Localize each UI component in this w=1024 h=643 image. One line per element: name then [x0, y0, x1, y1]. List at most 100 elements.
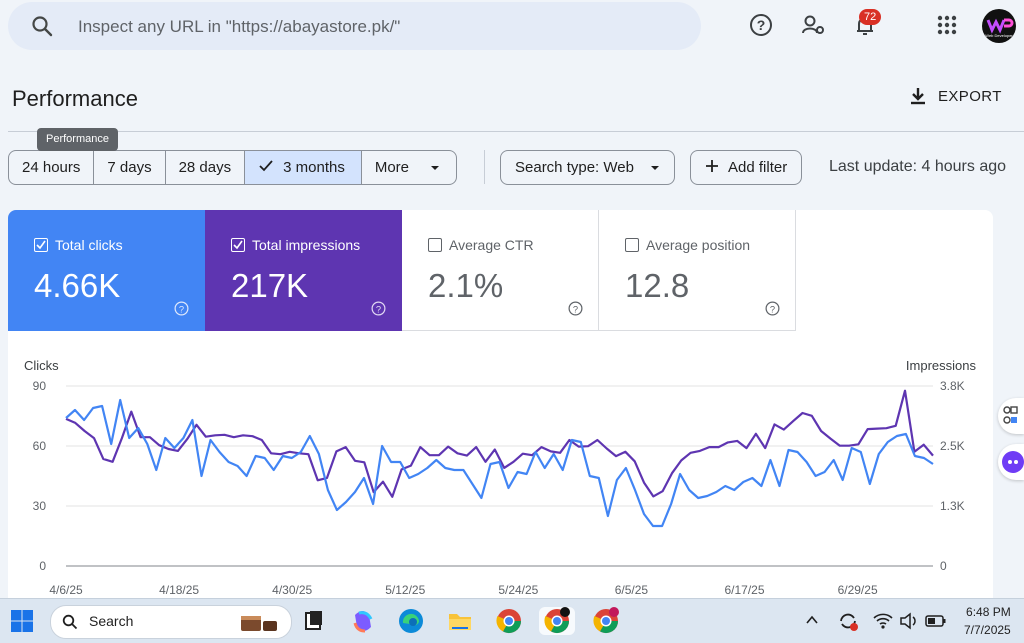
date-range-28-days[interactable]: 28 days — [166, 151, 246, 184]
help-icon[interactable]: ? — [174, 301, 189, 316]
dropdown-arrow-icon — [651, 166, 660, 171]
battery-icon[interactable] — [925, 613, 947, 629]
plus-icon — [706, 160, 718, 172]
side-panel-tab[interactable] — [998, 398, 1024, 434]
series-line-clicks — [65, 398, 934, 528]
task-view-icon[interactable] — [300, 607, 328, 635]
metric-label: Total clicks — [34, 237, 123, 253]
left-tick-label: 60 — [33, 439, 47, 453]
svg-text:?: ? — [179, 304, 184, 314]
chrome-active-icon[interactable] — [539, 607, 575, 635]
svg-text:?: ? — [573, 304, 578, 314]
chevron-up-icon[interactable] — [806, 615, 818, 625]
search-icon — [32, 16, 53, 37]
date-range-24-hours[interactable]: 24 hours — [9, 151, 95, 184]
file-explorer-icon[interactable] — [446, 607, 474, 635]
assistant-icon — [1002, 451, 1024, 473]
left-tick-label: 0 — [39, 559, 46, 573]
svg-text:?: ? — [757, 17, 766, 33]
sync-icon[interactable] — [836, 609, 860, 633]
notification-count-badge: 72 — [859, 9, 882, 25]
metric-value: 2.1% — [428, 267, 504, 304]
right-tick-label: 1.3K — [940, 499, 965, 513]
wifi-icon[interactable] — [873, 612, 893, 630]
url-inspection-input[interactable] — [76, 15, 680, 39]
x-tick-label: 6/17/25 — [724, 583, 764, 597]
volume-icon[interactable] — [899, 612, 919, 630]
help-icon[interactable]: ? — [568, 301, 583, 316]
clock-date: 7/7/2025 — [964, 623, 1011, 637]
metric-label: Average CTR — [428, 237, 534, 253]
x-tick-label: 4/30/25 — [272, 583, 312, 597]
export-button[interactable]: EXPORT — [908, 86, 1002, 106]
apps-grid-icon[interactable] — [934, 12, 960, 38]
windows-start-icon[interactable] — [10, 609, 34, 633]
top-bar: ? 72 Web Developer — [0, 0, 1024, 60]
export-label: EXPORT — [938, 87, 1002, 105]
user-settings-icon[interactable] — [800, 12, 826, 38]
metric-average-position[interactable]: Average position 12.8 ? — [599, 210, 796, 331]
chart-svg: Clicks Impressions90 3.8K60 2.5K30 1.3K0 04/6… — [24, 358, 977, 597]
page-title: Performance — [12, 86, 138, 111]
avatar-logo-icon: Web Developer — [985, 18, 1014, 38]
svg-text:?: ? — [770, 304, 775, 314]
date-range-3-months-label: 3 months — [283, 159, 345, 176]
date-range-more[interactable]: More — [362, 151, 456, 184]
help-icon[interactable]: ? — [371, 301, 386, 316]
checkbox-unchecked-icon[interactable] — [428, 238, 442, 252]
add-filter-button[interactable]: Add filter — [690, 150, 803, 185]
right-tick-label: 2.5K — [940, 439, 965, 453]
last-update-text: Last update: 4 hours ago — [829, 158, 1007, 175]
checkbox-checked-icon[interactable] — [34, 238, 48, 252]
date-range-more-label: More — [374, 159, 410, 176]
copilot-icon[interactable] — [349, 607, 377, 635]
account-avatar[interactable]: Web Developer — [982, 9, 1016, 43]
url-inspection-bar[interactable] — [8, 2, 701, 50]
metric-total-clicks[interactable]: Total clicks 4.66K ? — [8, 210, 205, 331]
left-axis-label: Clicks — [24, 358, 59, 373]
svg-text:?: ? — [376, 304, 381, 314]
right-axis-label: Impressions — [906, 358, 977, 373]
x-tick-label: 5/24/25 — [498, 583, 538, 597]
checkbox-checked-icon[interactable] — [231, 238, 245, 252]
cake-icon — [241, 616, 277, 631]
taskbar-search-label: Search — [89, 613, 134, 629]
edge-browser-icon[interactable] — [397, 607, 425, 635]
date-range-selector: 24 hours 7 days 28 days 3 months More — [8, 150, 458, 185]
x-tick-label: 6/29/25 — [838, 583, 878, 597]
metric-label-text: Total clicks — [55, 237, 123, 253]
metric-label: Average position — [625, 237, 750, 253]
x-tick-label: 4/6/25 — [49, 583, 83, 597]
metric-average-ctr[interactable]: Average CTR 2.1% ? — [402, 210, 599, 331]
date-range-7-days[interactable]: 7 days — [94, 151, 166, 184]
dropdown-arrow-icon — [431, 166, 440, 171]
checkbox-unchecked-icon[interactable] — [625, 238, 639, 252]
search-type-filter[interactable]: Search type: Web — [500, 150, 676, 185]
metric-value: 217K — [231, 267, 309, 304]
x-tick-label: 6/5/25 — [615, 583, 649, 597]
left-tick-label: 30 — [33, 499, 47, 513]
add-filter-label: Add filter — [728, 159, 788, 176]
chrome-icon[interactable] — [495, 607, 523, 635]
download-icon — [911, 88, 925, 105]
date-range-3-months[interactable]: 3 months — [245, 151, 362, 184]
left-tick-label: 90 — [33, 379, 47, 393]
metric-label-text: Average position — [646, 237, 751, 253]
x-tick-label: 4/18/25 — [159, 583, 199, 597]
check-icon — [259, 160, 273, 172]
clock-time: 6:48 PM — [966, 605, 1011, 619]
windows-taskbar: Search 6:48 PM 7/7/2025 — [0, 598, 1024, 643]
help-icon[interactable]: ? — [765, 301, 780, 316]
help-icon[interactable]: ? — [748, 12, 774, 38]
search-icon — [62, 614, 78, 630]
taskbar-clock[interactable]: 6:48 PM 7/7/2025 — [964, 603, 1011, 639]
chrome-profile-icon[interactable] — [592, 607, 620, 635]
taskbar-search[interactable]: Search — [50, 605, 292, 639]
filter-separator — [484, 150, 485, 184]
performance-chart: Clicks Impressions 90 3.8K 60 2.5K 30 1.3K 0 0 4/6… — [8, 348, 993, 602]
search-type-label: Search type: Web — [515, 159, 634, 176]
x-tick-label: 5/12/25 — [385, 583, 425, 597]
assistant-tab[interactable] — [998, 444, 1024, 480]
metric-total-impressions[interactable]: Total impressions 217K ? — [205, 210, 402, 331]
right-tick-label: 0 — [940, 559, 947, 573]
